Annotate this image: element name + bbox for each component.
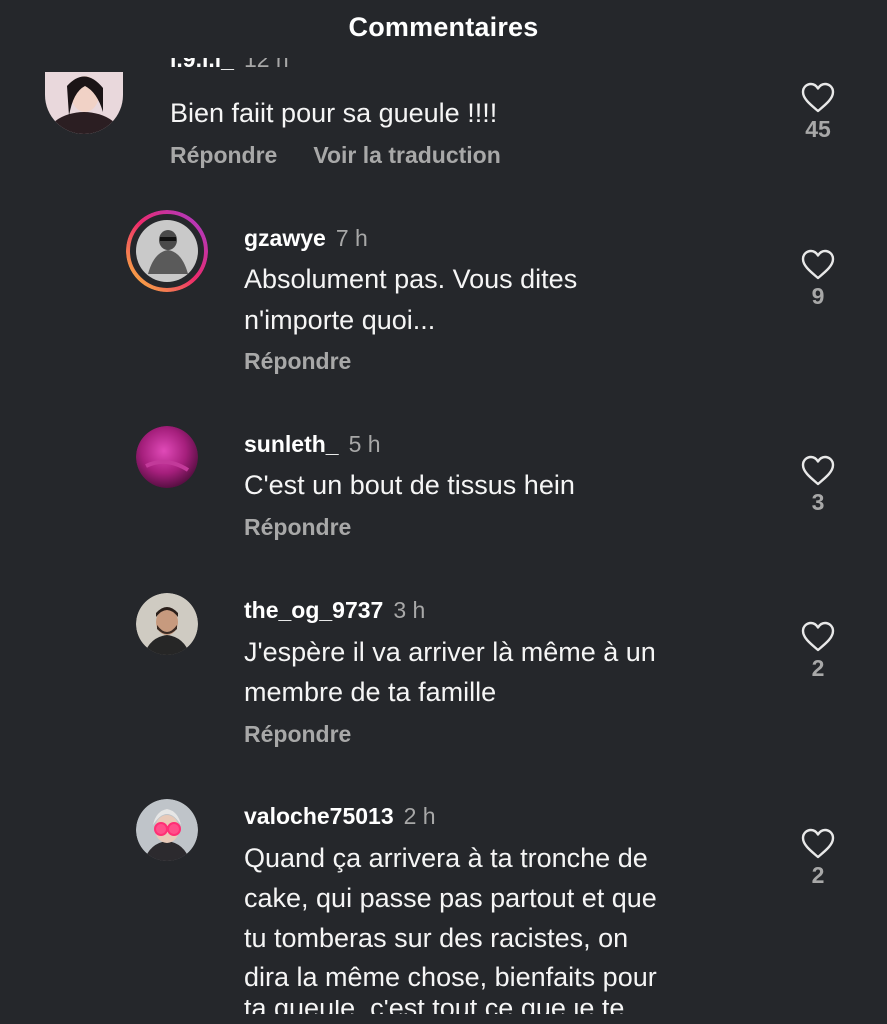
comment-actions: Répondre Voir la traduction	[170, 142, 501, 169]
like-count: 2	[811, 862, 825, 888]
comment-meta: sunleth_ 5 h	[244, 431, 381, 458]
comment-text: C'est un bout de tissus hein	[244, 470, 575, 500]
comment-username[interactable]: the_og_9737	[244, 597, 383, 623]
comment-actions: Répondre	[244, 721, 351, 748]
page-title: Commentaires	[348, 11, 539, 42]
like-control: 45	[788, 82, 848, 143]
comment-text-line: Quand ça arrivera à ta tronche de	[244, 843, 648, 873]
comments-list[interactable]: l.9.l.l_ 12 h Bien faiit pour sa gueule !…	[0, 0, 887, 1014]
comment-text-line: ta gueule, c'est tout ce que je te	[244, 1000, 624, 1014]
comment-time: 3 h	[393, 597, 426, 623]
comments-sheet: l.9.l.l_ 12 h Bien faiit pour sa gueule !…	[0, 0, 887, 1024]
like-count: 2	[811, 655, 825, 681]
comment-text-line: J'espère il va arriver là même à un	[244, 637, 656, 667]
heart-outline-icon[interactable]	[801, 82, 835, 114]
avatar-story-ring[interactable]	[126, 210, 208, 292]
like-control: 3	[788, 455, 848, 516]
comment-meta-partial: l.9.l.l_ 12 h	[170, 58, 470, 80]
comment-text-line-partial: ta gueule, c'est tout ce que je te	[244, 1000, 744, 1014]
avatar[interactable]	[136, 799, 198, 861]
comment-text-line: dira la même chose, bienfaits pour	[244, 962, 657, 992]
comment-username[interactable]: gzawye	[244, 225, 326, 251]
comment-text-line: Absolument pas. Vous dites	[244, 264, 578, 294]
heart-outline-icon[interactable]	[801, 828, 835, 860]
comment-time: 7 h	[335, 225, 368, 251]
heart-outline-icon[interactable]	[801, 455, 835, 487]
like-count: 45	[805, 116, 831, 142]
avatar[interactable]	[136, 426, 198, 488]
like-control: 2	[788, 621, 848, 682]
comment-meta: the_og_9737 3 h	[244, 597, 425, 624]
comment-meta: gzawye 7 h	[244, 225, 368, 252]
comment-username[interactable]: sunleth_	[244, 431, 339, 457]
comment-text-line: tu tomberas sur des racistes, on	[244, 923, 629, 953]
avatar[interactable]	[45, 72, 123, 134]
comment-username[interactable]: valoche75013	[244, 803, 394, 829]
comment-text-line: n'importe quoi...	[244, 305, 436, 335]
comment-text-line: cake, qui passe pas partout et que	[244, 883, 657, 913]
avatar[interactable]	[136, 593, 198, 655]
like-count: 9	[811, 283, 825, 309]
reply-button[interactable]: Répondre	[244, 348, 351, 374]
comment-meta: valoche75013 2 h	[244, 803, 436, 830]
heart-outline-icon[interactable]	[801, 621, 835, 653]
reply-button[interactable]: Répondre	[244, 721, 351, 747]
comment-time: 2 h	[403, 803, 436, 829]
comment-time: 12 h	[243, 58, 289, 72]
heart-outline-icon[interactable]	[801, 249, 835, 281]
like-count: 3	[811, 489, 825, 515]
comment-text: Bien faiit pour sa gueule !!!!	[170, 98, 498, 128]
like-control: 9	[788, 249, 848, 310]
comment-time: 5 h	[348, 431, 381, 457]
like-control: 2	[788, 828, 848, 889]
comment-actions: Répondre	[244, 514, 351, 541]
sheet-header: Commentaires	[0, 0, 887, 58]
see-translation-button[interactable]: Voir la traduction	[313, 142, 500, 168]
reply-button[interactable]: Répondre	[170, 142, 277, 168]
reply-button[interactable]: Répondre	[244, 514, 351, 540]
comment-username[interactable]: l.9.l.l_	[170, 58, 234, 72]
comment-text-line: membre de ta famille	[244, 677, 497, 707]
comment-actions: Répondre	[244, 348, 351, 375]
